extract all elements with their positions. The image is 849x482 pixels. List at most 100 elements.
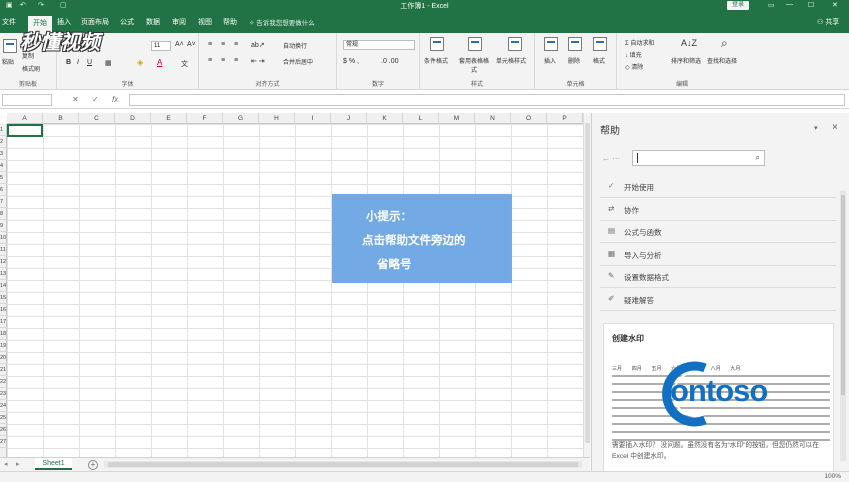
tab-view[interactable]: 视图 <box>198 17 212 27</box>
phonetic-icon[interactable]: 文 <box>181 59 188 69</box>
row-header[interactable]: 26 <box>0 424 7 436</box>
row-header[interactable]: 9 <box>0 220 7 232</box>
format-table-icon[interactable] <box>468 37 482 51</box>
autosum-button[interactable]: Σ 自动求和 <box>625 38 654 47</box>
back-icon[interactable]: ← ··· <box>602 154 620 163</box>
horizontal-scrollbar[interactable] <box>104 461 582 468</box>
help-topic-item[interactable]: ✎ 设置数据格式 <box>600 265 836 288</box>
row-header[interactable]: 8 <box>0 208 7 220</box>
wrap-text-button[interactable]: 自动换行 <box>283 41 307 50</box>
align-center-icon[interactable]: ≡ <box>221 57 225 64</box>
active-cell[interactable] <box>7 124 43 137</box>
clear-button[interactable]: ◇ 清除 <box>625 62 643 71</box>
vertical-scrollbar[interactable] <box>583 113 591 457</box>
orientation-icon[interactable]: ab↗ <box>251 41 265 49</box>
paste-button[interactable]: 粘贴 <box>2 57 14 66</box>
row-header[interactable]: 16 <box>0 304 7 316</box>
column-header[interactable]: H <box>259 113 295 124</box>
scroll-thumb[interactable] <box>108 462 578 467</box>
bold-button[interactable]: B <box>66 59 71 66</box>
column-header[interactable]: B <box>43 113 79 124</box>
font-size-select[interactable]: 11 <box>151 41 171 51</box>
format-cells-button[interactable]: 格式 <box>593 56 605 65</box>
tab-data[interactable]: 数据 <box>146 17 160 27</box>
align-bottom-icon[interactable]: ≡ <box>234 41 238 48</box>
currency-icon[interactable]: $ % , <box>343 58 359 65</box>
row-header[interactable]: 24 <box>0 400 7 412</box>
row-header[interactable]: 21 <box>0 364 7 376</box>
tab-help[interactable]: 帮助 <box>223 17 237 27</box>
merge-center-button[interactable]: 合并后居中 <box>283 57 313 66</box>
tell-me-search[interactable]: ✧ 告诉我您想要做什么 <box>249 17 315 27</box>
login-button[interactable]: 登录 <box>727 1 749 10</box>
cell-area[interactable] <box>7 124 590 457</box>
column-header[interactable]: C <box>79 113 115 124</box>
row-header[interactable]: 17 <box>0 316 7 328</box>
cell-styles-button[interactable]: 单元格样式 <box>496 56 526 65</box>
sheet-prev-icon[interactable]: ◂ <box>4 460 8 468</box>
column-header[interactable]: L <box>403 113 439 124</box>
find-select-button[interactable]: 查找和选择 <box>707 56 737 65</box>
column-header[interactable]: P <box>547 113 583 124</box>
cancel-icon[interactable]: ✕ <box>72 95 79 104</box>
font-color-icon[interactable]: A <box>157 58 162 67</box>
row-header[interactable]: 27 <box>0 436 7 448</box>
fill-button[interactable]: ↓ 填充 <box>625 50 642 59</box>
row-header[interactable]: 14 <box>0 280 7 292</box>
decimal-icon[interactable]: .0 .00 <box>381 58 399 65</box>
enter-icon[interactable]: ✓ <box>92 95 99 104</box>
row-header[interactable]: 19 <box>0 340 7 352</box>
help-topic-item[interactable]: ✓ 开始使用 <box>600 175 836 198</box>
insert-function-icon[interactable]: fx <box>112 95 118 104</box>
maximize-icon[interactable]: ☐ <box>808 1 814 9</box>
help-topic-item[interactable]: ▤ 公式与函数 <box>600 220 836 243</box>
zoom-level[interactable]: 100% <box>824 473 841 480</box>
row-header[interactable]: 12 <box>0 256 7 268</box>
borders-icon[interactable]: ▦ <box>105 59 112 67</box>
ribbon-display-icon[interactable]: ▭ <box>768 1 775 9</box>
row-header[interactable]: 15 <box>0 292 7 304</box>
format-table-button[interactable]: 套用表格格式 <box>458 56 490 74</box>
row-header[interactable]: 10 <box>0 232 7 244</box>
align-right-icon[interactable]: ≡ <box>234 57 238 64</box>
sort-filter-icon[interactable]: A↓Z <box>681 38 697 48</box>
row-header[interactable]: 3 <box>0 148 7 160</box>
sheet-tab[interactable]: Sheet1 <box>35 458 72 470</box>
scroll-thumb[interactable] <box>841 195 845 395</box>
help-article-card[interactable]: 创建水印 三月 四月 五月 六月 七月 八月 九月 ontoso 需要插入水印？… <box>603 323 834 471</box>
row-header[interactable]: 18 <box>0 328 7 340</box>
row-header[interactable]: 6 <box>0 184 7 196</box>
format-painter-button[interactable]: 格式刷 <box>22 64 40 73</box>
scroll-thumb[interactable] <box>585 123 590 443</box>
indent-icon[interactable]: ⇤ ⇥ <box>251 57 265 65</box>
fill-color-icon[interactable]: ◈ <box>137 58 143 67</box>
pane-options-icon[interactable]: ▾ <box>814 124 818 132</box>
insert-cells-icon[interactable] <box>544 37 558 51</box>
name-box[interactable] <box>2 94 52 106</box>
help-search-input[interactable]: ⌕ <box>632 150 765 166</box>
column-header[interactable]: A <box>7 113 43 124</box>
column-header[interactable]: D <box>115 113 151 124</box>
find-icon[interactable]: ⌕ <box>721 36 728 51</box>
insert-cells-button[interactable]: 插入 <box>544 56 556 65</box>
worksheet-grid[interactable]: ABCDEFGHIJKLMNOP 1 2 3 4 5 6 7 8 9 10 11 12 13 14 15 16… <box>0 113 590 457</box>
column-header[interactable]: E <box>151 113 187 124</box>
row-header[interactable]: 23 <box>0 388 7 400</box>
row-header[interactable]: 4 <box>0 160 7 172</box>
grow-font-icon[interactable]: A˄ <box>175 41 184 48</box>
column-header[interactable]: N <box>475 113 511 124</box>
row-header[interactable]: 2 <box>0 136 7 148</box>
close-icon[interactable]: ✕ <box>832 1 838 9</box>
row-header[interactable]: 5 <box>0 172 7 184</box>
tab-review[interactable]: 审阅 <box>172 17 186 27</box>
align-top-icon[interactable]: ≡ <box>208 41 212 48</box>
delete-cells-icon[interactable] <box>568 37 582 51</box>
delete-cells-button[interactable]: 删除 <box>568 56 580 65</box>
tab-formulas[interactable]: 公式 <box>120 17 134 27</box>
help-topic-item[interactable]: ⇄ 协作 <box>600 198 836 221</box>
row-header[interactable]: 13 <box>0 268 7 280</box>
share-button[interactable]: ⚇ 共享 <box>817 17 839 27</box>
cell-styles-icon[interactable] <box>508 37 522 51</box>
row-header[interactable]: 1 <box>0 124 7 136</box>
paste-icon[interactable] <box>3 39 17 53</box>
